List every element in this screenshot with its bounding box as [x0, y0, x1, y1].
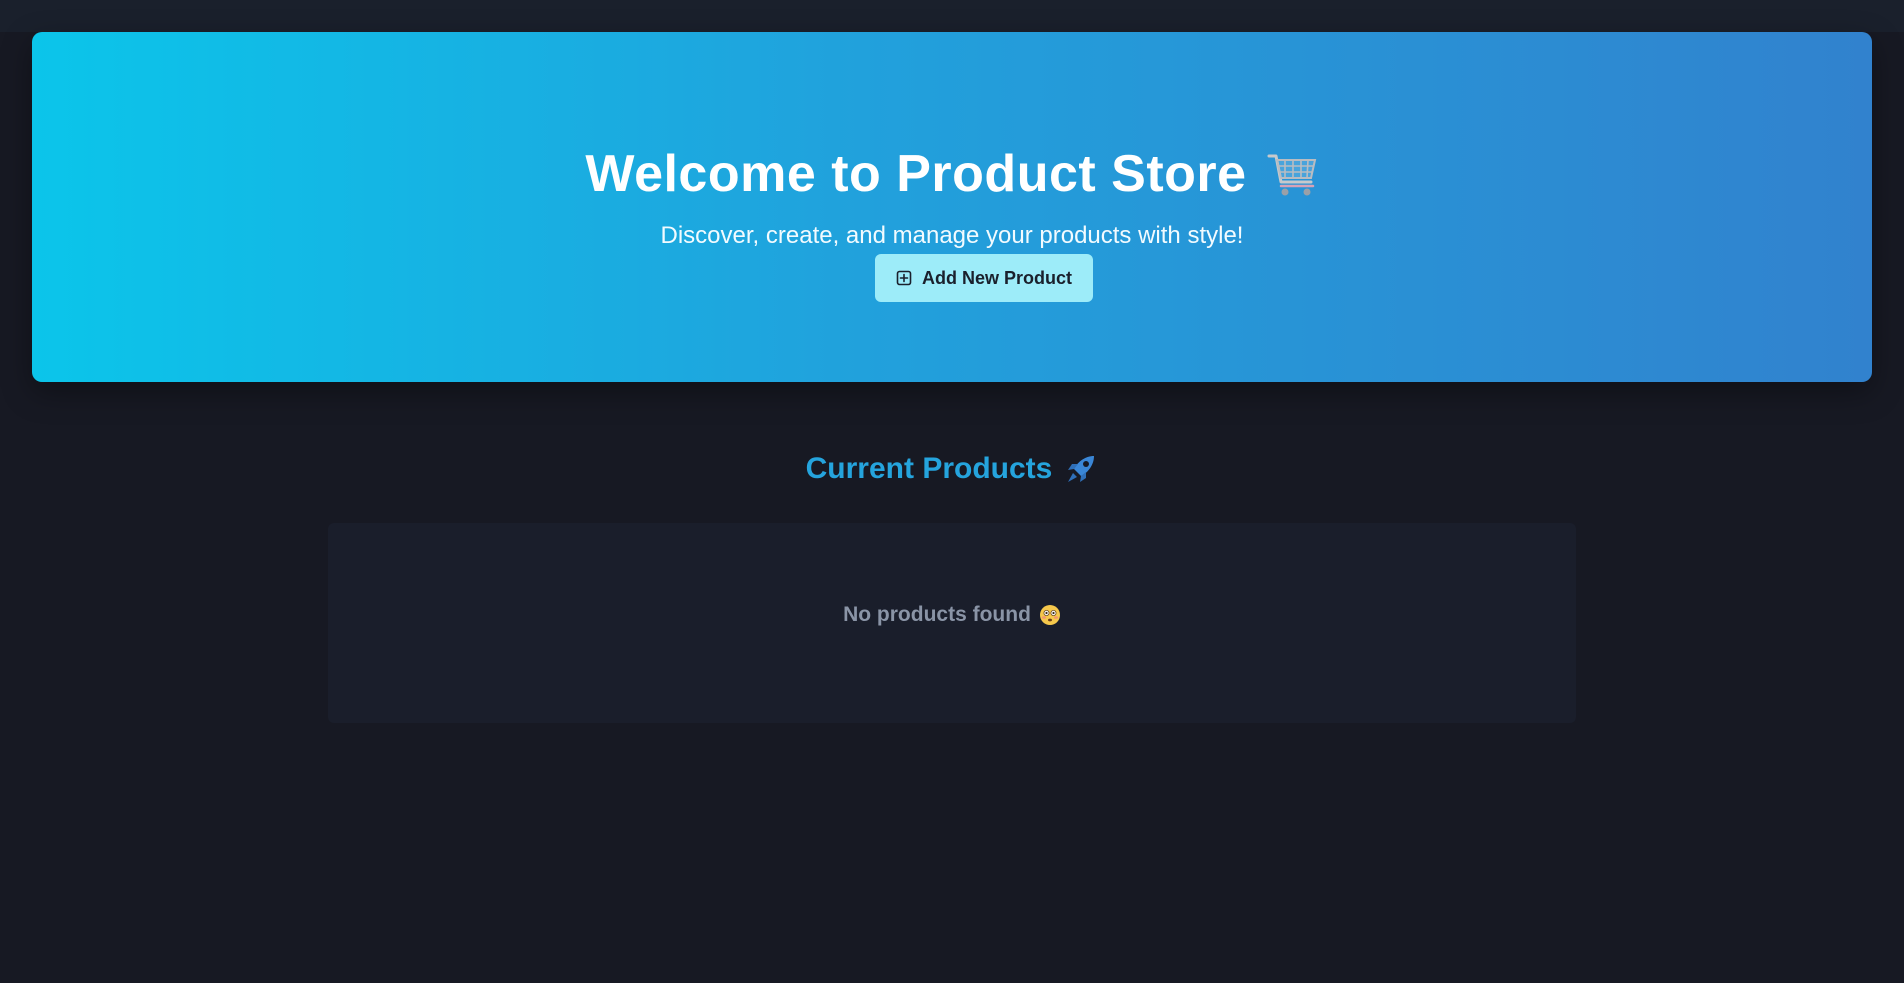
- empty-state: No products found: [328, 603, 1576, 627]
- hero-banner: Welcome to Product Store Discover, creat…: [32, 32, 1872, 382]
- hero-title: Welcome to Product Store: [32, 144, 1872, 204]
- empty-state-text: No products found: [843, 603, 1031, 626]
- add-new-product-button[interactable]: Add New Product: [875, 254, 1093, 302]
- shopping-cart-icon: [1267, 151, 1319, 197]
- current-products-heading: Current Products: [0, 452, 1904, 486]
- products-panel: No products found: [328, 523, 1576, 723]
- top-bar: [0, 0, 1904, 32]
- rocket-icon: [1064, 452, 1098, 486]
- plus-square-icon: [896, 270, 912, 286]
- flushed-face-icon: [1039, 604, 1061, 626]
- add-new-product-label: Add New Product: [921, 267, 1072, 288]
- hero-subtitle: Discover, create, and manage your produc…: [660, 222, 1244, 249]
- hero-title-text: Welcome to Product Store: [585, 145, 1247, 203]
- section-title-text: Current Products: [805, 452, 1053, 485]
